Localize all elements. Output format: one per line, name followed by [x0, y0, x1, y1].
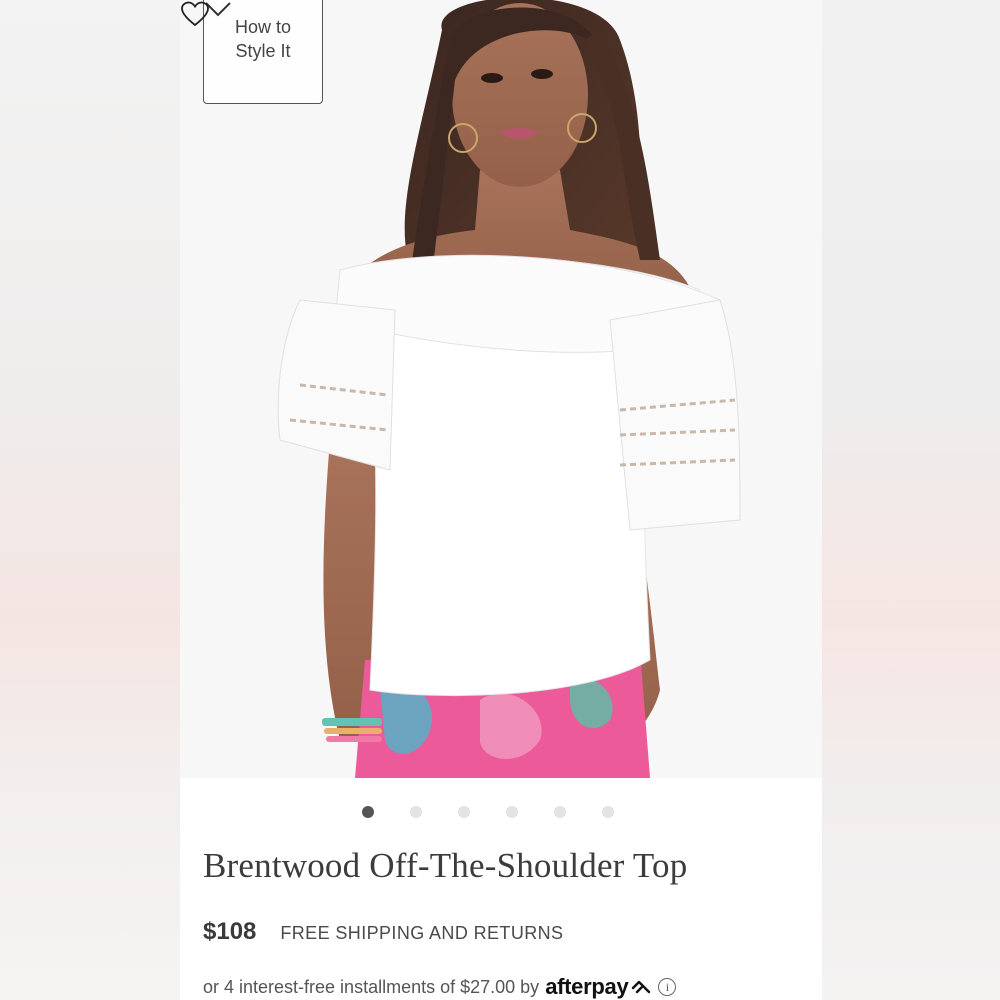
- price-row: $108 FREE SHIPPING AND RETURNS: [203, 918, 563, 946]
- afterpay-arrows-icon: [632, 980, 651, 994]
- how-to-style-label-line1: How to: [234, 17, 292, 37]
- afterpay-row: or 4 interest-free installments of $27.0…: [203, 974, 677, 1000]
- carousel-dot-5[interactable]: [554, 806, 566, 818]
- carousel-dot-4[interactable]: [506, 806, 518, 818]
- afterpay-logo: afterpay: [545, 974, 629, 999]
- carousel-dot-1[interactable]: [362, 806, 374, 818]
- carousel-dot-2[interactable]: [410, 806, 422, 818]
- how-to-style-label-line2: Style It: [235, 41, 291, 61]
- product-price: $108: [203, 918, 257, 945]
- product-title: Brentwood Off-The-Shoulder Top: [203, 846, 688, 885]
- product-image[interactable]: How to Style It: [180, 0, 822, 778]
- carousel-dot-6[interactable]: [602, 806, 614, 818]
- info-circle-icon[interactable]: i: [658, 978, 677, 996]
- shipping-note: FREE SHIPPING AND RETURNS: [280, 923, 564, 943]
- heart-outline-icon[interactable]: [180, 0, 210, 28]
- model-photo: [277, 0, 741, 778]
- carousel-dot-3[interactable]: [458, 806, 470, 818]
- product-page: How to Style It Brentwood Off-The-Should…: [180, 0, 822, 1000]
- background-blur-right: [822, 0, 1000, 1000]
- how-to-style-it-button[interactable]: How to Style It: [203, 0, 323, 104]
- carousel-indicators: [180, 806, 822, 818]
- background-blur-left: [0, 0, 180, 1000]
- afterpay-installment-text: or 4 interest-free installments of $27.0…: [203, 976, 540, 997]
